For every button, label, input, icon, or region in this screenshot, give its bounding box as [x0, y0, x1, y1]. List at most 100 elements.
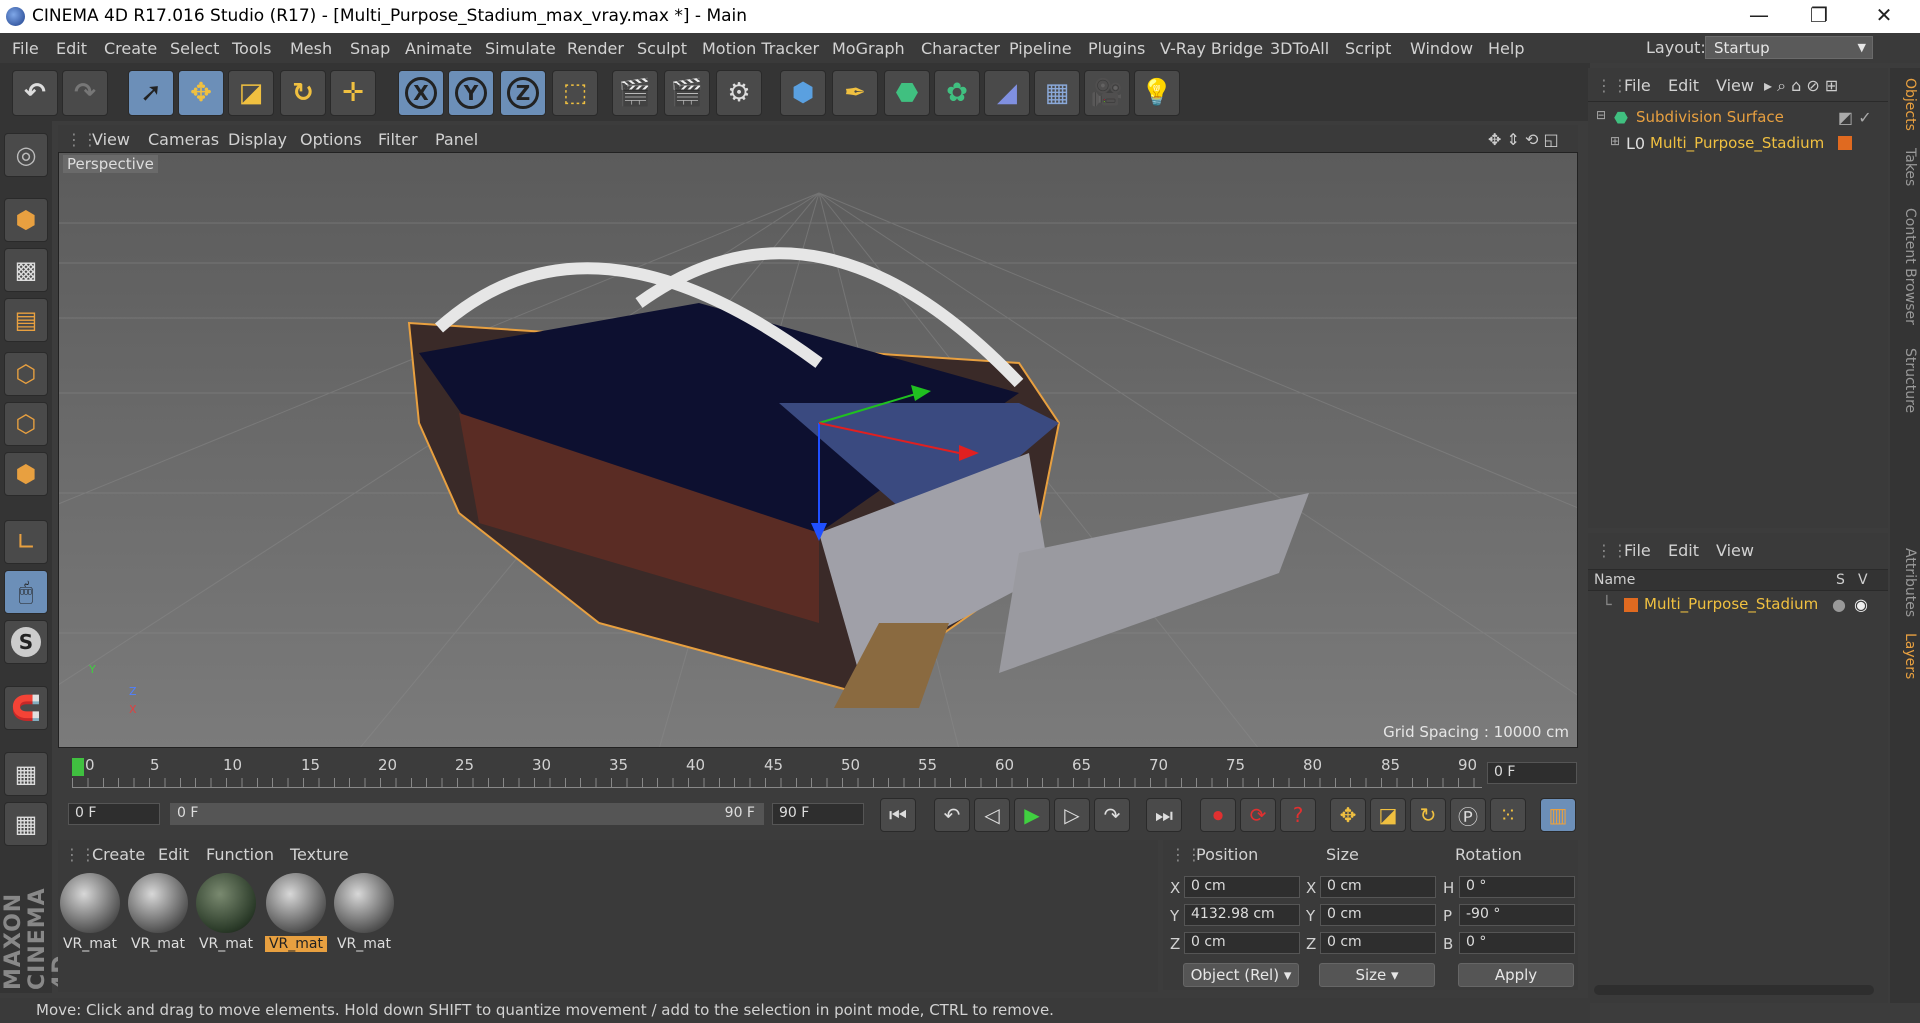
tab-content-browser[interactable]: Content Browser: [1892, 208, 1918, 325]
play-button[interactable]: ▶: [1014, 798, 1050, 832]
material-menu-create[interactable]: Create: [92, 845, 145, 864]
playhead[interactable]: [72, 758, 84, 776]
end-frame-field[interactable]: 90 F: [772, 803, 864, 825]
material-swatch[interactable]: [334, 873, 394, 933]
eye-icon[interactable]: ◉: [1854, 595, 1868, 614]
rotation-p-field[interactable]: -90 °: [1459, 904, 1575, 926]
redo-button[interactable]: ↷: [62, 70, 108, 116]
menu-character[interactable]: Character: [921, 39, 1000, 58]
object-subdivision-surface[interactable]: Subdivision Surface: [1636, 108, 1784, 126]
model-mode-button[interactable]: ⬢: [4, 198, 48, 242]
keyframe-selection-button[interactable]: ?: [1280, 798, 1316, 832]
viewport-menu-filter[interactable]: Filter: [378, 130, 418, 149]
start-frame-field[interactable]: 0 F: [68, 803, 160, 825]
record-pla-button[interactable]: ⁙: [1490, 798, 1526, 832]
texture-mode-button[interactable]: ▩: [4, 248, 48, 292]
layer-color-swatch[interactable]: [1624, 598, 1638, 612]
deformer-button[interactable]: ◢: [984, 70, 1030, 116]
next-frame-button[interactable]: ▷: [1054, 798, 1090, 832]
menu-select[interactable]: Select: [170, 39, 219, 58]
coordinate-system-button[interactable]: ⬚: [552, 70, 598, 116]
go-to-end-button[interactable]: ⏭: [1146, 798, 1182, 832]
timeline[interactable]: [58, 754, 1578, 792]
tab-layers[interactable]: Layers: [1892, 633, 1918, 679]
viewport-menu-cameras[interactable]: Cameras: [148, 130, 219, 149]
material-menu-edit[interactable]: Edit: [158, 845, 189, 864]
expand-icon[interactable]: ⊟: [1596, 108, 1606, 122]
light-button[interactable]: 💡: [1134, 70, 1180, 116]
material-label[interactable]: VR_mat: [59, 936, 121, 952]
camera-button[interactable]: 🎥: [1084, 70, 1130, 116]
menu-motion-tracker[interactable]: Motion Tracker: [702, 39, 819, 58]
record-button[interactable]: ⏺: [1200, 798, 1236, 832]
rotation-b-field[interactable]: 0 °: [1459, 932, 1575, 954]
position-z-field[interactable]: 0 cm: [1184, 932, 1300, 954]
tab-objects[interactable]: Objects: [1892, 78, 1918, 131]
menu-simulate[interactable]: Simulate: [485, 39, 556, 58]
current-frame-field[interactable]: 0 F: [1487, 762, 1577, 784]
record-parameter-button[interactable]: Ⓟ: [1450, 798, 1486, 832]
size-x-field[interactable]: 0 cm: [1320, 876, 1436, 898]
undo-button[interactable]: ↶: [12, 70, 58, 116]
material-swatch[interactable]: [128, 873, 188, 933]
next-key-button[interactable]: ↷: [1094, 798, 1130, 832]
axis-mode-button[interactable]: ∟: [4, 520, 48, 564]
locked-workplane-button[interactable]: ▦: [4, 802, 48, 846]
viewport-menu-panel[interactable]: Panel: [435, 130, 478, 149]
menu-plugins[interactable]: Plugins: [1088, 39, 1145, 58]
mograph-cloner-button[interactable]: ✿: [934, 70, 980, 116]
layers-menu-view[interactable]: View: [1716, 541, 1754, 560]
menu-snap[interactable]: Snap: [350, 39, 390, 58]
coordinate-mode-dropdown[interactable]: Object (Rel) ▾: [1183, 963, 1299, 987]
menu-vray-bridge[interactable]: V-Ray Bridge: [1160, 39, 1263, 58]
material-label-selected[interactable]: VR_mat: [265, 936, 327, 952]
timeline-window-button[interactable]: ▥: [1540, 798, 1576, 832]
layers-menu-edit[interactable]: Edit: [1668, 541, 1699, 560]
size-y-field[interactable]: 0 cm: [1320, 904, 1436, 926]
record-position-button[interactable]: ✥: [1330, 798, 1366, 832]
subdivision-surface-button[interactable]: ⬣: [884, 70, 930, 116]
x-axis-lock-button[interactable]: X: [398, 70, 444, 116]
layer-multi-purpose-stadium[interactable]: Multi_Purpose_Stadium: [1644, 595, 1818, 613]
menu-create[interactable]: Create: [104, 39, 157, 58]
floor-button[interactable]: ▦: [1034, 70, 1080, 116]
menu-mesh[interactable]: Mesh: [290, 39, 332, 58]
solo-button[interactable]: S: [4, 620, 48, 664]
material-menu-function[interactable]: Function: [206, 845, 274, 864]
position-y-field[interactable]: 4132.98 cm: [1184, 904, 1300, 926]
size-z-field[interactable]: 0 cm: [1320, 932, 1436, 954]
viewport-menu-display[interactable]: Display: [228, 130, 287, 149]
perspective-viewport[interactable]: Perspective Y Z X Grid Spacing : 10000 c…: [58, 152, 1578, 748]
minimize-button[interactable]: —: [1730, 0, 1788, 33]
menu-help[interactable]: Help: [1488, 39, 1524, 58]
select-tool-button[interactable]: ➚: [128, 70, 174, 116]
autokey-button[interactable]: ⟳: [1240, 798, 1276, 832]
object-multi-purpose-stadium[interactable]: Multi_Purpose_Stadium: [1650, 134, 1824, 152]
go-to-start-button[interactable]: ⏮: [880, 798, 916, 832]
material-label[interactable]: VR_mat: [195, 936, 257, 952]
material-swatch[interactable]: [196, 873, 256, 933]
viewport-nav-icons[interactable]: ✥ ⇕ ⟲ ◱: [1488, 130, 1559, 149]
material-swatch[interactable]: [60, 873, 120, 933]
z-axis-lock-button[interactable]: Z: [500, 70, 546, 116]
size-mode-dropdown[interactable]: Size ▾: [1319, 963, 1435, 987]
previous-frame-button[interactable]: ◁: [974, 798, 1010, 832]
tweak-mode-button[interactable]: 🖱: [4, 570, 48, 614]
move-tool-button[interactable]: ✥: [178, 70, 224, 116]
render-settings-button[interactable]: ⚙: [716, 70, 762, 116]
previous-key-button[interactable]: ↶: [934, 798, 970, 832]
material-swatch[interactable]: [266, 873, 326, 933]
pen-tool-button[interactable]: ✒: [832, 70, 878, 116]
menu-script[interactable]: Script: [1345, 39, 1391, 58]
layer-solo-toggle[interactable]: ●: [1832, 595, 1846, 614]
snap-button[interactable]: 🧲: [4, 686, 48, 730]
horizontal-scrollbar[interactable]: [1594, 985, 1874, 995]
scale-tool-button[interactable]: ◪: [228, 70, 274, 116]
y-axis-lock-button[interactable]: Y: [448, 70, 494, 116]
menu-3dtoall[interactable]: 3DToAll: [1270, 39, 1329, 58]
viewport-menu-view[interactable]: View: [92, 130, 130, 149]
material-tag-icon[interactable]: [1838, 136, 1852, 150]
record-rotation-button[interactable]: ↻: [1410, 798, 1446, 832]
viewport-menu-options[interactable]: Options: [300, 130, 362, 149]
render-picture-viewer-button[interactable]: 🎬: [664, 70, 710, 116]
